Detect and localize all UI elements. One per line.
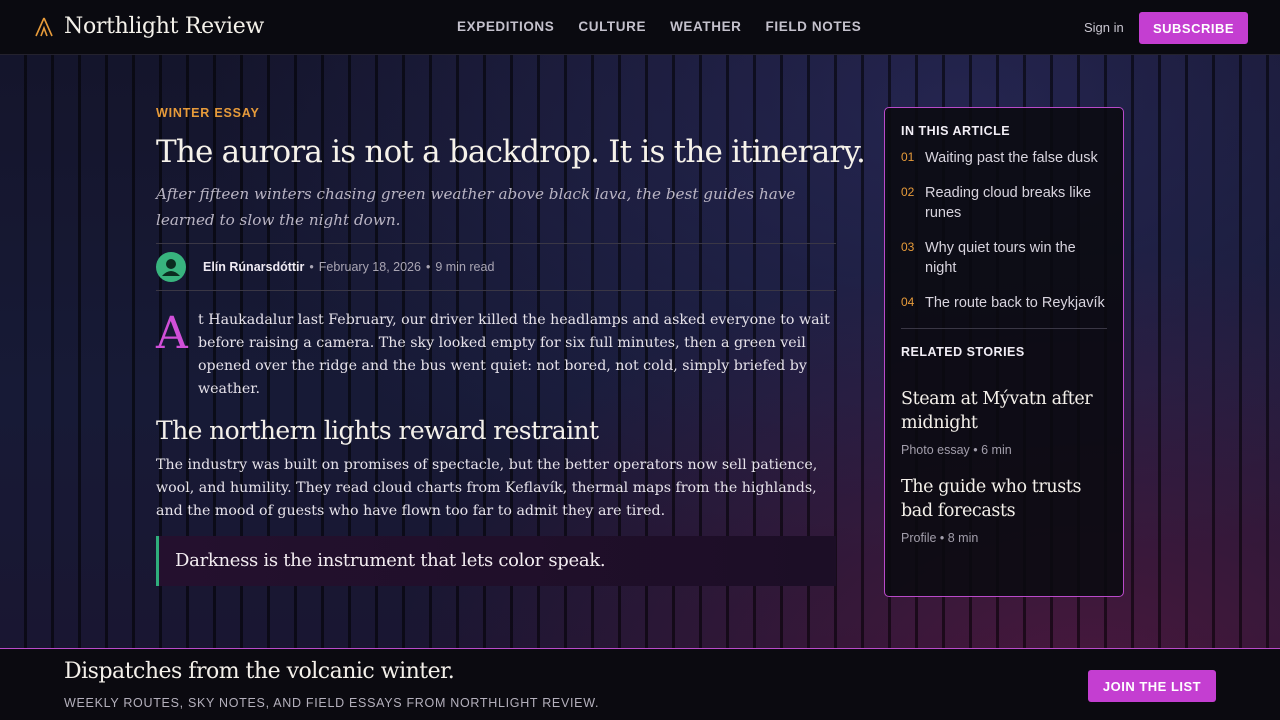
newsletter-title: Dispatches from the volcanic winter. [64, 659, 455, 684]
article-headline: The aurora is not a backdrop. It is the … [156, 134, 866, 170]
user-icon [162, 259, 180, 277]
toc-item[interactable]: 04 The route back to Reykjavík [901, 293, 1107, 313]
newsletter-bar: Dispatches from the volcanic winter. WEE… [0, 648, 1280, 720]
author-avatar[interactable] [156, 252, 186, 283]
article-kicker: WINTER ESSAY [156, 106, 260, 120]
toc-label: Reading cloud breaks like runes [925, 185, 1092, 221]
toc-label: The route back to Reykjavík [925, 295, 1105, 311]
newsletter-subtitle: WEEKLY ROUTES, SKY NOTES, AND FIELD ESSA… [64, 696, 600, 710]
article-dek: After fifteen winters chasing green weat… [156, 185, 796, 230]
publish-date: February 18, 2026 [318, 260, 421, 275]
logo[interactable]: Northlight Review [34, 14, 264, 39]
nav-expeditions[interactable]: EXPEDITIONS [457, 19, 554, 34]
byline-separator: • [309, 260, 314, 275]
toc-number: 01 [901, 150, 915, 164]
byline-separator: • [425, 260, 431, 275]
nav-field-notes[interactable]: FIELD NOTES [766, 19, 862, 34]
sign-in-link[interactable]: Sign in [1084, 20, 1124, 35]
pull-quote: Darkness is the instrument that lets col… [156, 535, 836, 586]
section-heading: The northern lights reward restraint [156, 416, 599, 446]
lead-text: t Haukadalur last February, our driver k… [198, 312, 830, 398]
brand-name: Northlight Review [64, 14, 264, 39]
sidebar-divider [901, 328, 1107, 329]
lead-paragraph: A t Haukadalur last February, our driver… [156, 309, 836, 401]
related-story-meta: Photo essay • 6 min [901, 443, 1012, 457]
main-nav: EXPEDITIONS CULTURE WEATHER FIELD NOTES [457, 19, 885, 34]
read-time: 9 min read [435, 260, 495, 275]
toc-item[interactable]: 02 Reading cloud breaks like runes [901, 183, 1107, 223]
toc-number: 03 [901, 240, 915, 254]
toc-item[interactable]: 03 Why quiet tours win the night [901, 238, 1107, 278]
related-story-meta: Profile • 8 min [901, 531, 979, 545]
toc-number: 04 [901, 295, 915, 309]
related-title: RELATED STORIES [901, 345, 1025, 359]
related-story-title: The guide who trusts bad forecasts [901, 477, 1082, 521]
drop-cap: A [156, 308, 188, 360]
toc-title: IN THIS ARTICLE [901, 124, 1011, 138]
author-name[interactable]: Elín Rúnarsdóttir [203, 260, 304, 274]
toc-item[interactable]: 01 Waiting past the false dusk [901, 148, 1107, 168]
toc-label: Waiting past the false dusk [925, 150, 1098, 166]
related-story[interactable]: The guide who trusts bad forecasts Profi… [901, 475, 1107, 545]
byline: Elín Rúnarsdóttir • February 18, 2026 • … [156, 243, 836, 292]
article: WINTER ESSAY The aurora is not a backdro… [156, 106, 866, 586]
article-sidebar: IN THIS ARTICLE 01 Waiting past the false… [884, 107, 1124, 597]
related-story[interactable]: Steam at Mývatn after midnight Photo ess… [901, 387, 1107, 457]
join-list-button[interactable]: JOIN THE LIST [1088, 670, 1216, 702]
toc-number: 02 [901, 185, 915, 199]
top-bar: Northlight Review EXPEDITIONS CULTURE WE… [0, 0, 1280, 55]
nav-weather[interactable]: WEATHER [670, 19, 741, 34]
table-of-contents: 01 Waiting past the false dusk 02 Reading … [901, 148, 1107, 313]
subscribe-button[interactable]: SUBSCRIBE [1139, 12, 1248, 44]
toc-label: Why quiet tours win the night [925, 240, 1076, 276]
related-story-title: Steam at Mývatn after midnight [901, 389, 1093, 433]
nav-culture[interactable]: CULTURE [578, 19, 646, 34]
tent-icon [35, 17, 53, 36]
body-paragraph: The industry was built on promises of sp… [156, 456, 818, 519]
